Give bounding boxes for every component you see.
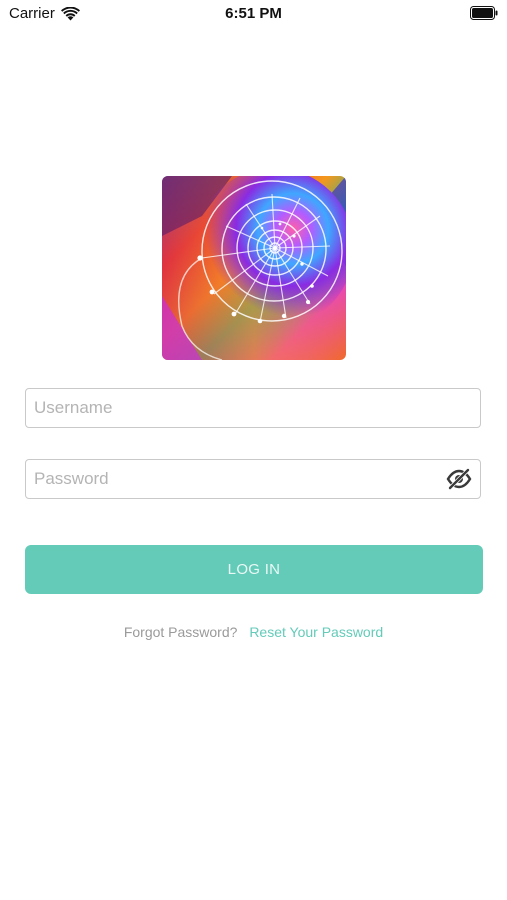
reset-password-link[interactable]: Reset Your Password xyxy=(249,624,383,640)
logo-image xyxy=(162,176,346,360)
status-time: 6:51 PM xyxy=(225,5,282,22)
username-field[interactable] xyxy=(25,388,481,428)
password-input[interactable] xyxy=(34,460,434,498)
login-screen: Carrier 6:51 PM Username LOG IN Forgot P… xyxy=(0,0,507,900)
login-button[interactable]: LOG IN xyxy=(25,545,483,594)
forgot-password-label: Forgot Password? xyxy=(123,624,238,640)
eye-slash-icon[interactable] xyxy=(446,468,472,490)
status-bar: Carrier 6:51 PM xyxy=(0,0,507,28)
password-field[interactable] xyxy=(25,459,481,499)
username-input[interactable] xyxy=(34,389,434,427)
nautilus-shell-logo xyxy=(162,176,346,360)
battery-icon xyxy=(470,6,498,20)
forgot-password-row: Forgot Password? Reset Your Password xyxy=(0,624,507,640)
